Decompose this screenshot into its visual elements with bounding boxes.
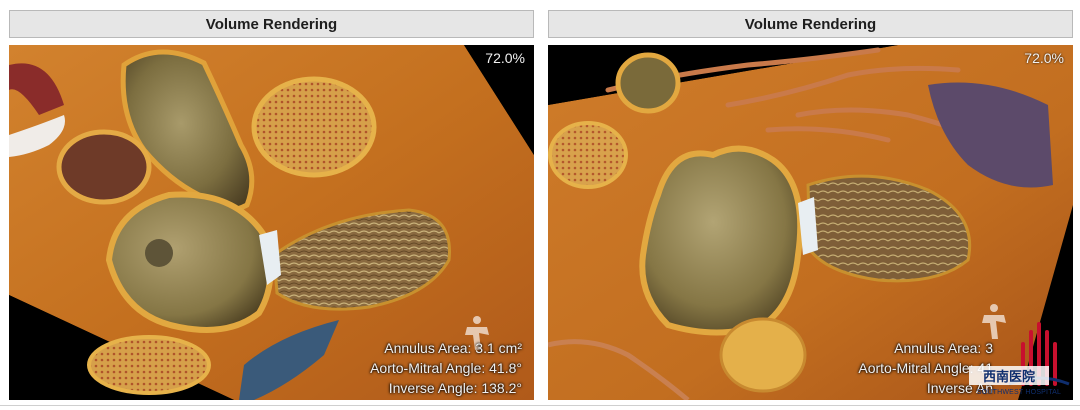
bottom-divider [0, 405, 1080, 406]
left-viewport-panel: Volume Rendering 72.0% Annulus Area: 3.1… [9, 10, 534, 400]
hospital-name-en: SOUTHWEST HOSPITAL [976, 389, 1062, 396]
right-viewport-panel: Volume Rendering 72.0% Annulus Area: 3 A… [548, 10, 1073, 400]
annulus-area-readout: Annulus Area: 3.1 cm² [384, 340, 522, 356]
hospital-emblem-icon [1008, 322, 1070, 386]
volume-rendering-viewport-right[interactable]: 72.0% Annulus Area: 3 Aorto-Mitral Angle… [548, 45, 1073, 400]
inverse-angle-readout: Inverse Angle: 138.2° [388, 380, 522, 396]
zoom-level-right: 72.0% [1024, 50, 1064, 66]
volume-rendering-viewport-left[interactable]: 72.0% Annulus Area: 3.1 cm² Aorto-Mitral… [9, 45, 534, 400]
zoom-level-left: 72.0% [485, 50, 525, 66]
aorto-mitral-angle-readout: Aorto-Mitral Angle: 41.8° [370, 360, 522, 376]
panel-title-right: Volume Rendering [548, 10, 1073, 38]
hospital-name-zh: 西南医院 [969, 366, 1049, 385]
measurements-overlay-left: Annulus Area: 3.1 cm² Aorto-Mitral Angle… [370, 338, 522, 398]
hospital-logo: 西南医院 SOUTHWEST HOSPITAL [969, 314, 1071, 398]
panel-title-left: Volume Rendering [9, 10, 534, 38]
